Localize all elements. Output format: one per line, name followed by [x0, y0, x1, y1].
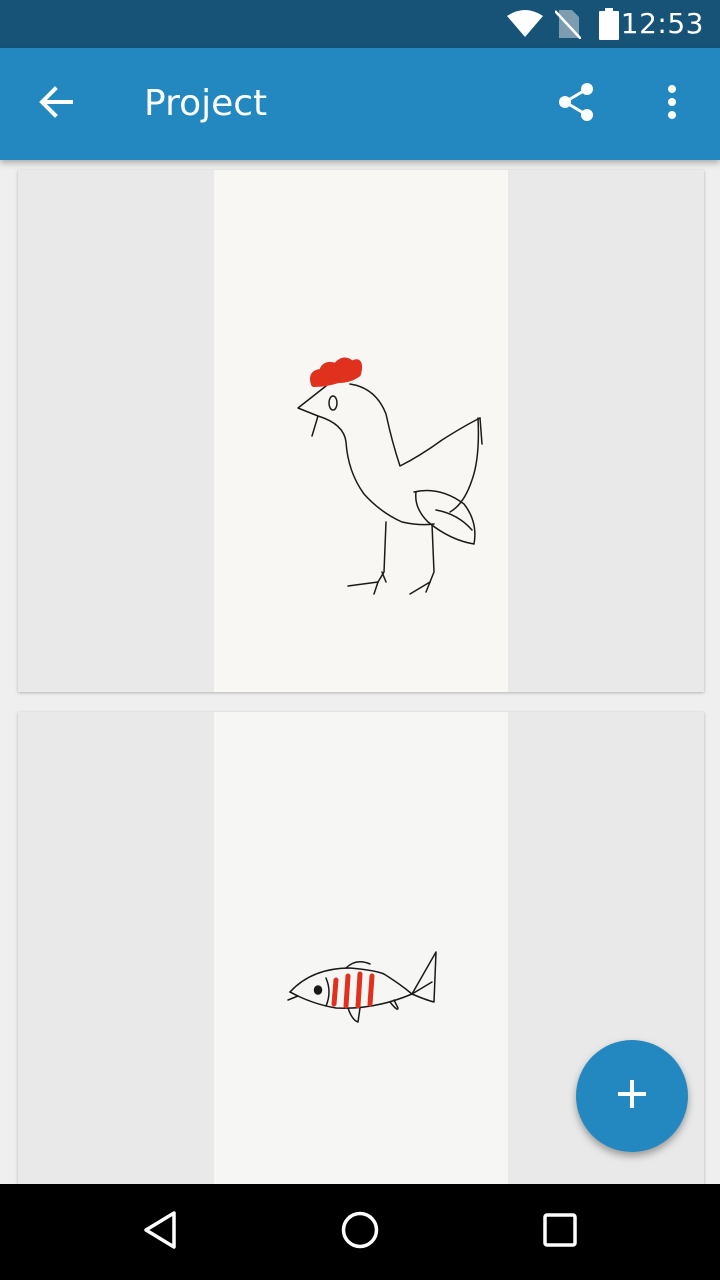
no-sim-icon [552, 0, 584, 48]
overflow-menu-button[interactable] [636, 48, 708, 160]
back-button[interactable] [20, 48, 92, 160]
share-icon [556, 82, 596, 127]
app-bar: Project [0, 48, 720, 160]
home-circle-icon [340, 1210, 380, 1255]
add-page-button[interactable] [576, 1040, 688, 1152]
system-navigation-bar [0, 1184, 720, 1280]
more-vert-icon [667, 84, 677, 124]
system-back-button[interactable] [100, 1184, 220, 1280]
back-triangle-icon [142, 1210, 178, 1255]
wifi-icon [506, 0, 544, 48]
page-card-chicken[interactable] [18, 170, 704, 692]
status-time: 12:53 [620, 7, 704, 40]
fish-drawing [287, 951, 437, 1023]
status-bar: 12:53 [0, 0, 720, 48]
pages-list [0, 160, 720, 1184]
chicken-drawing [297, 357, 483, 595]
plus-icon [616, 1078, 648, 1115]
page-canvas [214, 170, 508, 692]
page-canvas [214, 712, 508, 1184]
page-title: Project [144, 83, 268, 124]
share-button[interactable] [540, 48, 612, 160]
arrow-back-icon [38, 84, 74, 125]
recents-square-icon [542, 1212, 578, 1253]
system-recents-button[interactable] [500, 1184, 620, 1280]
battery-icon [596, 0, 622, 48]
system-home-button[interactable] [300, 1184, 420, 1280]
